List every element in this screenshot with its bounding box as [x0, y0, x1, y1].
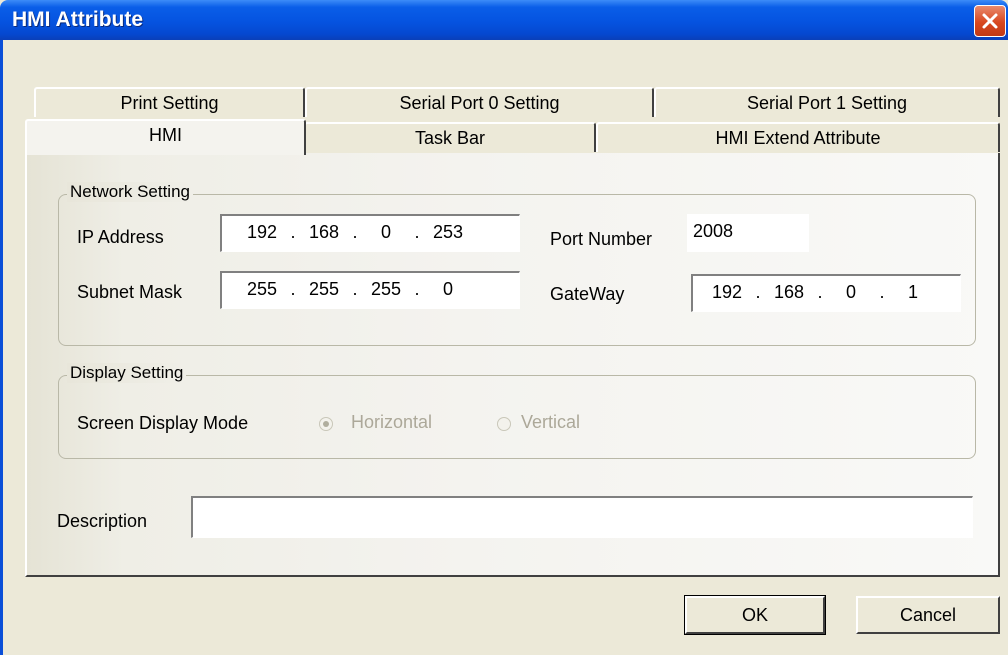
description-label: Description — [57, 511, 148, 531]
tab-print-setting[interactable]: Print Setting — [34, 87, 305, 117]
gateway-octet: 192 — [711, 282, 743, 302]
gateway-dot: . — [879, 282, 885, 302]
gateway-input[interactable]: 192 . 168 . 0 . 1 — [691, 274, 961, 312]
subnet-octet: 255 — [308, 279, 340, 299]
subnet-octet: 255 — [370, 279, 402, 299]
ip-dot: . — [352, 222, 358, 242]
subnet-dot: . — [352, 279, 358, 299]
tab-label: Serial Port 1 Setting — [746, 93, 908, 113]
tab-label: HMI Extend Attribute — [715, 128, 881, 148]
ok-button[interactable]: OK — [684, 595, 826, 635]
port-number-field[interactable]: 2008 — [687, 214, 809, 252]
vertical-radio[interactable] — [497, 417, 511, 431]
tab-serial-port-0-setting[interactable]: Serial Port 0 Setting — [305, 87, 654, 117]
tab-task-bar[interactable]: Task Bar — [304, 122, 596, 152]
subnet-mask-input[interactable]: 255 . 255 . 255 . 0 — [220, 271, 520, 309]
gateway-label: GateWay — [550, 284, 625, 304]
port-number-label: Port Number — [550, 229, 653, 249]
gateway-octet: 168 — [773, 282, 805, 302]
ip-address-input[interactable]: 192 . 168 . 0 . 253 — [220, 214, 520, 252]
subnet-octet: 0 — [442, 279, 453, 299]
gateway-octet: 0 — [845, 282, 856, 302]
gateway-dot: . — [817, 282, 823, 302]
ip-dot: . — [290, 222, 296, 242]
cancel-button[interactable]: Cancel — [856, 596, 1000, 634]
subnet-dot: . — [414, 279, 420, 299]
network-setting-legend: Network Setting — [67, 182, 193, 202]
close-button[interactable] — [974, 5, 1006, 37]
ip-dot: . — [414, 222, 420, 242]
tab-hmi-extend-attribute[interactable]: HMI Extend Attribute — [596, 122, 1000, 152]
subnet-octet: 255 — [246, 279, 278, 299]
title-bar: HMI Attribute — [0, 0, 1008, 40]
ip-octet: 253 — [432, 222, 464, 242]
vertical-radio-label[interactable]: Vertical — [521, 412, 580, 433]
ip-octet: 0 — [380, 222, 391, 242]
gateway-dot: . — [755, 282, 761, 302]
screen-display-mode-label: Screen Display Mode — [77, 413, 249, 433]
close-icon — [982, 13, 998, 29]
ip-octet: 168 — [308, 222, 340, 242]
tab-label: Serial Port 0 Setting — [399, 93, 560, 113]
tab-label: HMI — [149, 125, 182, 145]
ip-octet: 192 — [246, 222, 278, 242]
tab-panel-hmi: Network Setting IP Address 192 . 168 . 0… — [25, 153, 1000, 577]
description-input[interactable] — [191, 496, 973, 538]
horizontal-radio[interactable] — [319, 417, 333, 431]
tab-hmi[interactable]: HMI — [25, 119, 306, 155]
tab-serial-port-1-setting[interactable]: Serial Port 1 Setting — [654, 87, 1000, 117]
ip-address-label: IP Address — [77, 227, 164, 247]
subnet-mask-label: Subnet Mask — [77, 282, 183, 302]
tab-label: Print Setting — [120, 93, 219, 113]
window-frame — [0, 40, 3, 655]
gateway-octet: 1 — [907, 282, 918, 302]
window-title: HMI Attribute — [12, 8, 144, 31]
horizontal-radio-label[interactable]: Horizontal — [351, 412, 432, 433]
tab-label: Task Bar — [414, 128, 486, 148]
subnet-dot: . — [290, 279, 296, 299]
display-setting-legend: Display Setting — [67, 363, 187, 383]
radio-selected-dot — [323, 421, 329, 427]
